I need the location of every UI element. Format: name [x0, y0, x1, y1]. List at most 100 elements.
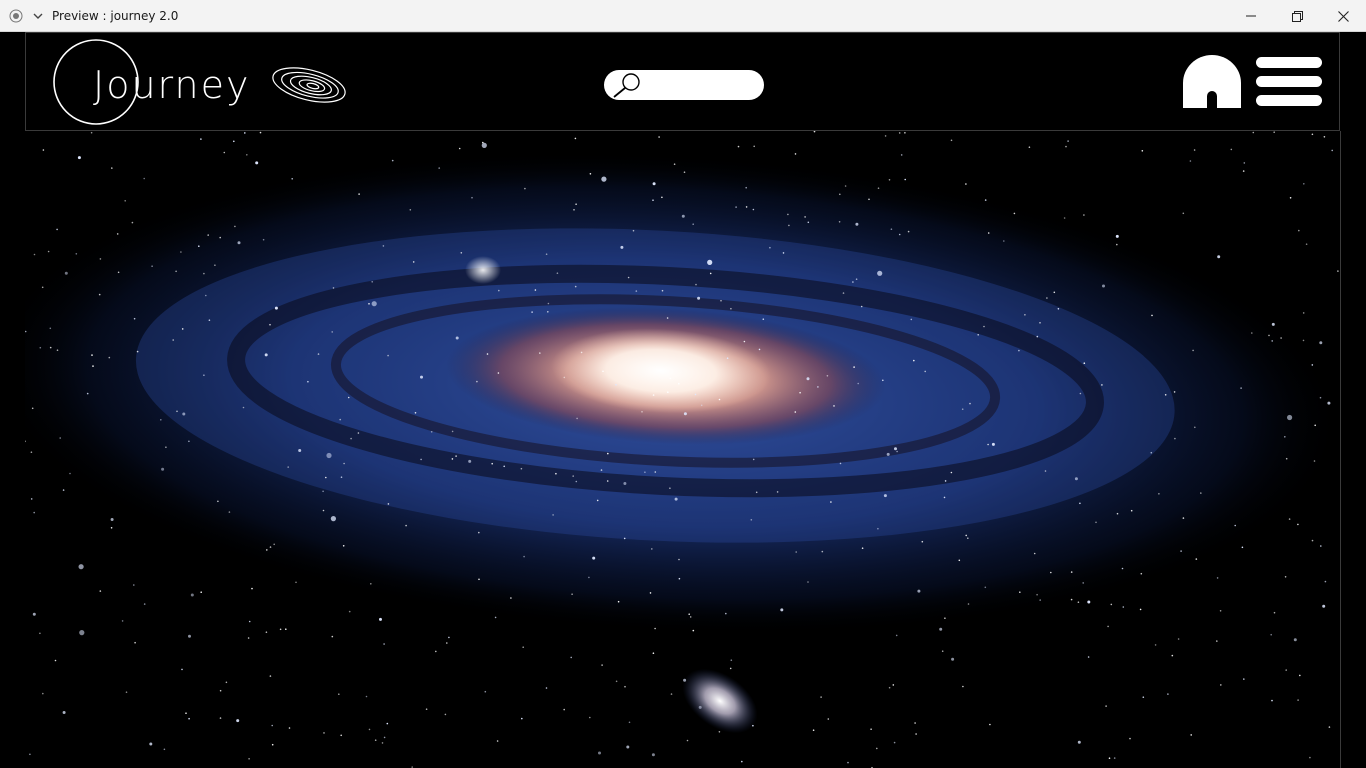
star — [847, 761, 849, 764]
search-icon[interactable] — [612, 72, 642, 98]
star — [1324, 580, 1327, 583]
minimize-button[interactable] — [1228, 0, 1274, 32]
search-bar[interactable] — [604, 70, 764, 100]
restore-button[interactable] — [1274, 0, 1320, 32]
star — [652, 652, 655, 654]
star — [317, 353, 320, 355]
star — [91, 354, 93, 356]
star — [615, 680, 618, 683]
star — [884, 135, 887, 137]
star — [438, 167, 441, 169]
star — [291, 178, 294, 180]
star — [522, 646, 524, 648]
star — [117, 271, 120, 274]
star — [904, 178, 906, 181]
star — [1102, 284, 1105, 288]
star — [497, 372, 500, 374]
star — [950, 471, 953, 474]
star — [460, 252, 463, 254]
star — [49, 327, 52, 330]
star — [898, 132, 901, 134]
star — [79, 630, 85, 636]
star — [688, 613, 690, 615]
star — [1193, 149, 1196, 151]
close-button[interactable] — [1320, 0, 1366, 32]
star — [776, 491, 779, 493]
star — [787, 213, 789, 216]
star — [574, 285, 577, 288]
star — [307, 380, 309, 383]
star — [692, 223, 694, 225]
star — [228, 511, 231, 513]
star — [752, 208, 755, 211]
star — [730, 307, 732, 310]
star — [200, 138, 202, 140]
star — [984, 199, 987, 201]
star — [347, 396, 350, 399]
star — [1107, 625, 1109, 628]
star — [965, 183, 967, 185]
star — [391, 159, 394, 162]
star — [1033, 552, 1036, 555]
star — [223, 151, 226, 154]
star — [188, 440, 190, 443]
star — [233, 140, 235, 143]
star — [1293, 638, 1297, 642]
star — [572, 475, 574, 477]
star — [941, 650, 944, 652]
star — [987, 443, 989, 446]
star — [1288, 518, 1291, 520]
star — [752, 458, 755, 461]
star — [989, 723, 991, 726]
star — [1046, 297, 1048, 299]
star — [1328, 726, 1331, 728]
home-icon[interactable] — [1182, 55, 1242, 109]
star — [33, 511, 35, 514]
star — [219, 717, 222, 719]
star — [271, 724, 273, 727]
star — [200, 591, 202, 593]
star — [326, 452, 332, 459]
star — [1151, 314, 1153, 317]
star — [1003, 240, 1005, 242]
star — [709, 272, 712, 275]
hamburger-menu-icon[interactable] — [1256, 57, 1322, 107]
star — [1216, 640, 1218, 642]
star — [31, 407, 34, 410]
record-icon[interactable] — [9, 9, 23, 23]
star — [729, 667, 732, 670]
star — [886, 452, 890, 456]
star — [683, 171, 686, 173]
chevron-down-icon[interactable] — [32, 10, 44, 22]
star — [893, 741, 896, 744]
star — [323, 732, 325, 734]
star — [1083, 362, 1086, 364]
star — [900, 154, 903, 156]
star — [486, 353, 489, 355]
star — [758, 348, 761, 351]
star — [1182, 212, 1185, 215]
star — [29, 753, 31, 756]
spiral-galaxy-icon[interactable] — [269, 61, 349, 109]
journey-logo[interactable]: Journey — [53, 37, 248, 127]
star — [635, 290, 638, 292]
star — [1182, 517, 1185, 519]
star — [342, 545, 345, 547]
star — [904, 132, 906, 134]
star — [852, 281, 854, 283]
star — [288, 727, 291, 729]
star — [1036, 335, 1039, 338]
search-input[interactable] — [644, 74, 758, 98]
star — [670, 693, 673, 695]
star — [42, 149, 45, 151]
star — [175, 270, 177, 273]
star — [1070, 571, 1073, 573]
star — [1053, 291, 1056, 294]
star — [1173, 391, 1176, 393]
star — [1039, 322, 1041, 324]
star — [617, 600, 620, 603]
star — [332, 287, 335, 289]
star — [368, 303, 370, 305]
star — [806, 377, 810, 381]
star — [842, 292, 845, 294]
